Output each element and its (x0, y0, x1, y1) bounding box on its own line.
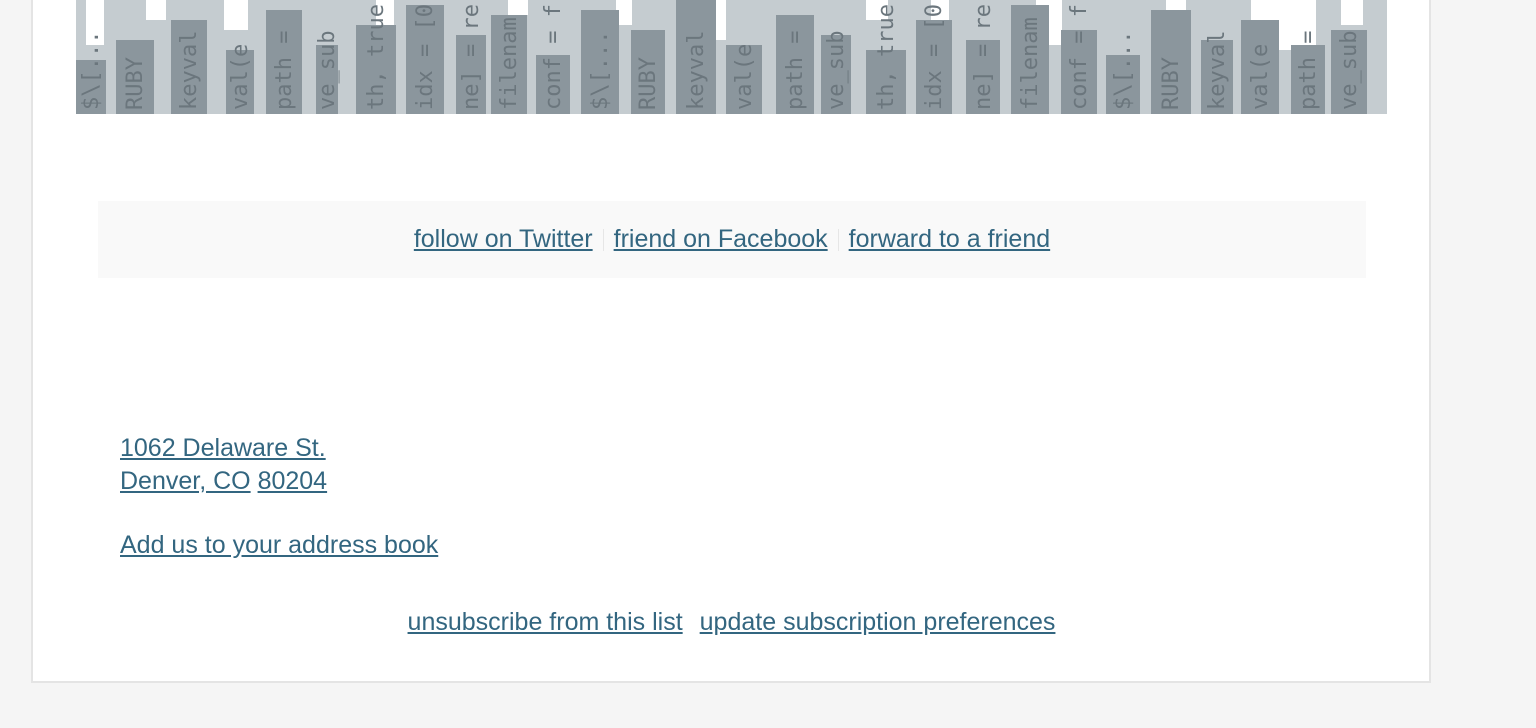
banner-code-text: filenam (497, 17, 522, 110)
banner-code-text: RUBY (123, 57, 148, 110)
forward-to-friend-link[interactable]: forward to a friend (849, 225, 1051, 254)
banner-code-text: path = (783, 31, 808, 110)
banner-code-text: th, true (874, 4, 899, 110)
banner-code-text: RUBY (1159, 57, 1184, 110)
banner-sky-gap (1341, 0, 1363, 25)
address-city-link[interactable]: Denver, CO (120, 467, 251, 495)
banner-code-text: idx = [0 (413, 4, 438, 110)
banner-sky-gap (146, 0, 166, 20)
banner-code-text: keyval (177, 31, 202, 110)
follow-twitter-link[interactable]: follow on Twitter (414, 225, 593, 254)
banner-sky-gap (508, 0, 528, 15)
mailing-address: 1062 Delaware St. Denver, CO 80204 (120, 432, 327, 498)
banner-code-text: ne] = re (971, 4, 996, 110)
banner-code-text: keyval (1205, 31, 1230, 110)
footer-links: unsubscribe from this list update subscri… (0, 606, 1463, 639)
banner-code-text: val(e (1248, 44, 1273, 110)
banner-code-text: $\[... (1111, 31, 1136, 110)
banner-code-text: conf = f (1067, 4, 1092, 110)
banner-code-text: path = (1296, 31, 1321, 110)
banner-code-text: ve_sub (315, 31, 340, 110)
banner-code-text: val(e (732, 44, 757, 110)
banner-code-text: idx = [0 (922, 4, 947, 110)
banner-code-text: filenam (1018, 17, 1043, 110)
code-skyline-banner: $\[... RUBY keyval val(e path = ve_sub th, tru… (76, 0, 1387, 114)
banner-code-text: ve_sub (824, 31, 849, 110)
banner-code-text: conf = f (541, 4, 566, 110)
banner-code-text: val(e (228, 44, 253, 110)
banner-graphic: $\[... RUBY keyval val(e path = ve_sub th, tru… (76, 0, 1367, 114)
friend-facebook-link[interactable]: friend on Facebook (614, 225, 828, 254)
divider (837, 228, 839, 251)
address-street-link[interactable]: 1062 Delaware St. (120, 434, 326, 462)
banner-code-text: ne] = re (459, 4, 484, 110)
social-links-bar: follow on Twitter friend on Facebook for… (98, 201, 1366, 278)
banner-code-text: th, true (364, 4, 389, 110)
update-preferences-link[interactable]: update subscription preferences (700, 608, 1056, 636)
banner-sky-gap (224, 0, 248, 30)
banner-code-text: keyval (684, 31, 709, 110)
add-to-address-book-link[interactable]: Add us to your address book (120, 531, 438, 559)
banner-code-text: RUBY (636, 57, 661, 110)
banner-code-text: $\[... (79, 31, 104, 110)
divider (602, 228, 604, 251)
banner-code-text: $\[... (588, 31, 613, 110)
banner-code-text: path = (272, 31, 297, 110)
address-zip-link[interactable]: 80204 (258, 467, 328, 495)
address-book-row: Add us to your address book (120, 529, 438, 562)
unsubscribe-link[interactable]: unsubscribe from this list (408, 608, 683, 636)
banner-code-text: ve_sub (1337, 31, 1362, 110)
